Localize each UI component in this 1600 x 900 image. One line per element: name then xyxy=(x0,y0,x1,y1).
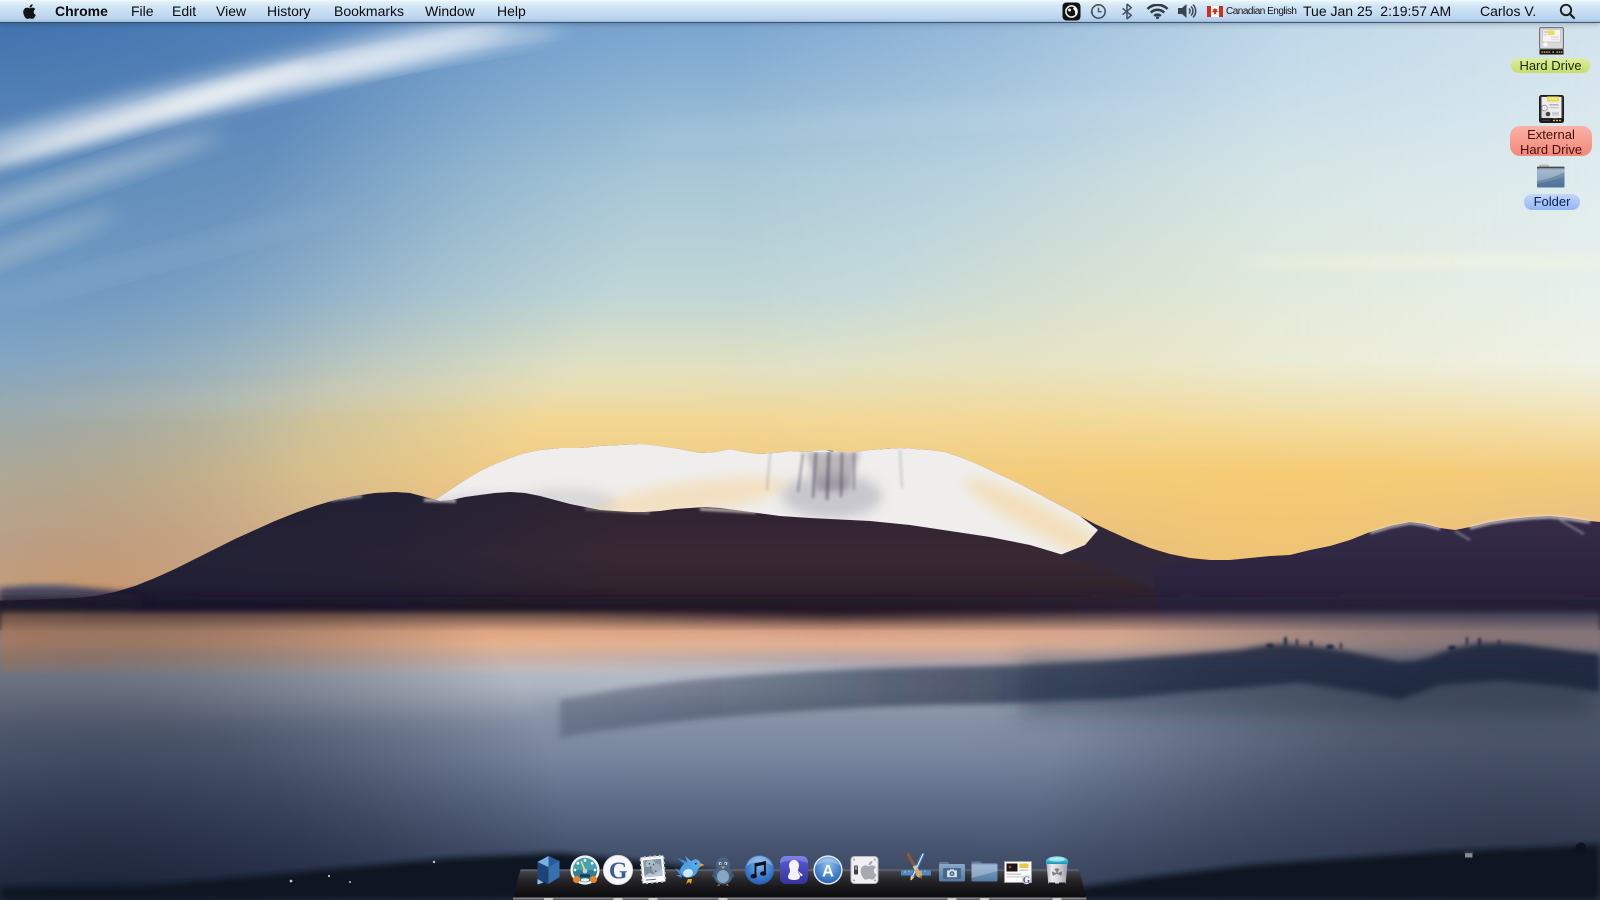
svg-text:A: A xyxy=(822,863,834,881)
svg-text:G: G xyxy=(609,859,628,885)
svg-text:G: G xyxy=(1023,876,1031,886)
